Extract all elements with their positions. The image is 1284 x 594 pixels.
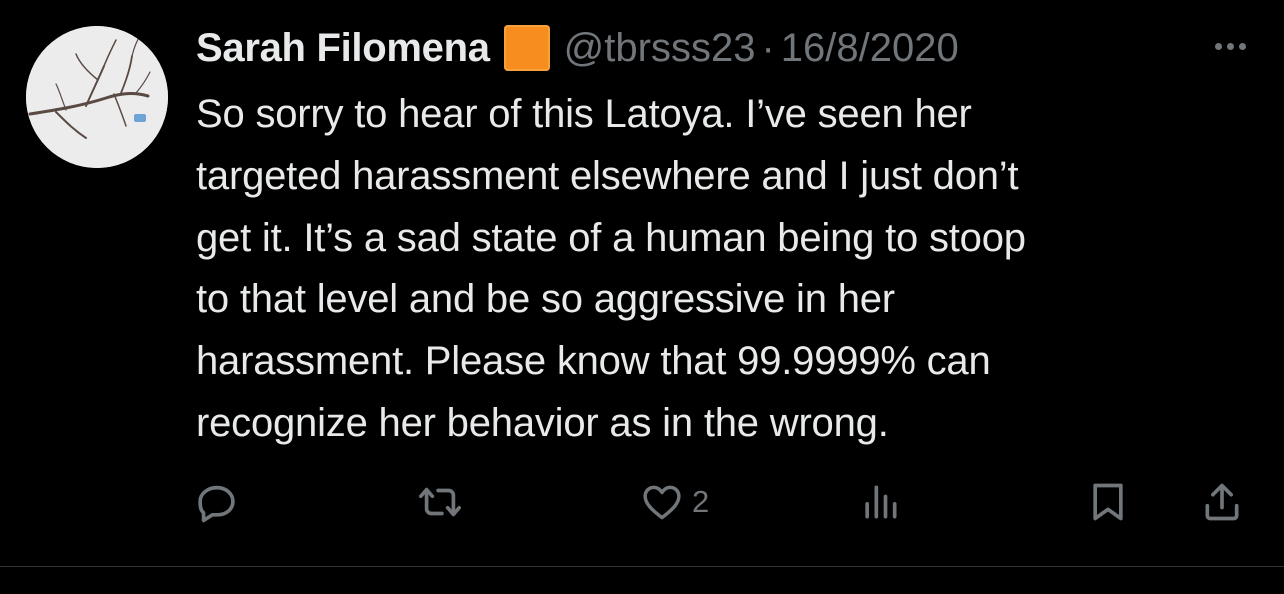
- retweet-icon: [419, 487, 461, 517]
- retweet-button[interactable]: [412, 478, 468, 526]
- share-icon: [1205, 483, 1239, 521]
- like-button[interactable]: 2: [640, 478, 709, 526]
- views-button[interactable]: [858, 478, 902, 526]
- tweet-header: Sarah Filomena @tbrsss23 · 16/8/2020: [196, 20, 959, 76]
- share-button[interactable]: [1200, 478, 1244, 526]
- tweet-text: So sorry to hear of this Latoya. I’ve se…: [196, 92, 1026, 445]
- bookmark-icon: [1093, 483, 1123, 521]
- heart-icon: [643, 485, 681, 520]
- avatar[interactable]: [26, 26, 168, 168]
- action-bar: 2: [0, 478, 1284, 526]
- reply-icon: [198, 485, 235, 523]
- tweet[interactable]: Sarah Filomena @tbrsss23 · 16/8/2020 So …: [0, 0, 1284, 567]
- display-name[interactable]: Sarah Filomena: [196, 26, 490, 71]
- tweet-date[interactable]: 16/8/2020: [781, 26, 959, 71]
- more-icon[interactable]: [1206, 30, 1254, 62]
- like-count: 2: [692, 484, 710, 519]
- separator-dot: ·: [761, 25, 775, 70]
- branch-photo-avatar-icon: [26, 26, 168, 168]
- divider: [0, 566, 1284, 567]
- user-handle[interactable]: @tbrsss23: [564, 26, 756, 71]
- orange-square-badge-icon: [503, 25, 550, 71]
- reply-button[interactable]: [194, 478, 240, 526]
- analytics-icon: [865, 485, 897, 519]
- bookmark-button[interactable]: [1086, 478, 1130, 526]
